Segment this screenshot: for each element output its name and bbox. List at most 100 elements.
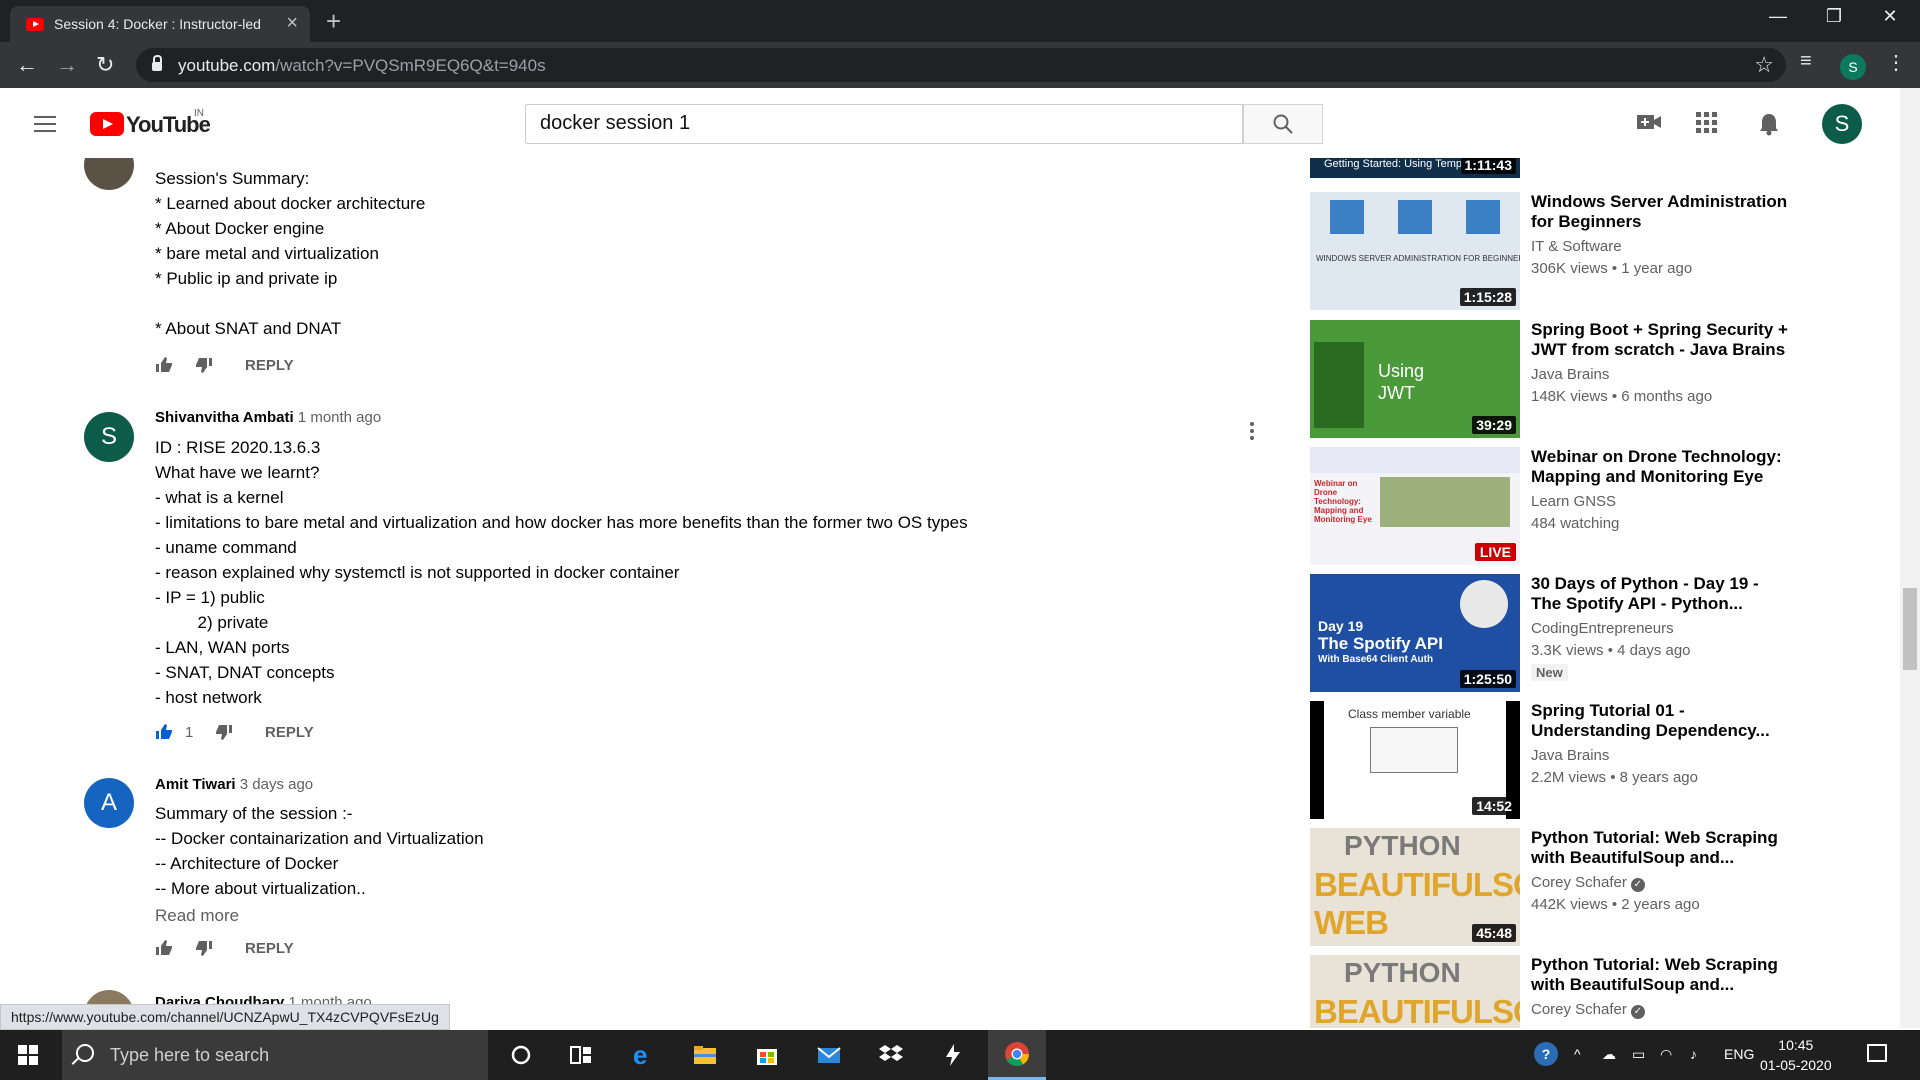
like-icon[interactable] [155,724,173,740]
video-title[interactable]: Spring Tutorial 01 - Understanding Depen… [1531,701,1791,741]
comment-author[interactable]: Amit Tiwari 3 days ago [155,776,313,793]
dislike-icon[interactable] [215,724,233,740]
video-thumbnail[interactable]: Class member variable 14:52 [1310,701,1520,819]
taskbar-search[interactable]: Type here to search [62,1030,488,1080]
scrollbar-thumb[interactable] [1903,588,1917,670]
help-icon[interactable]: ? [1534,1042,1558,1066]
windows-start-icon[interactable] [18,1045,38,1065]
related-video-item[interactable]: WINDOWS SERVER ADMINISTRATION FOR BEGINN… [1310,192,1900,310]
related-video-item[interactable]: PYTHON BEAUTIFULSOUP WEB SCRAPING 45:48 … [1310,828,1900,946]
wifi-icon[interactable]: ◠ [1660,1046,1672,1063]
forward-icon[interactable]: → [56,52,78,78]
create-video-icon[interactable] [1636,112,1662,132]
microsoft-store-icon[interactable] [754,1042,780,1068]
mail-icon[interactable] [816,1042,842,1068]
related-video-item[interactable]: Day 19 The Spotify API With Base64 Clien… [1310,574,1900,692]
page-scrollbar[interactable] [1900,88,1920,1028]
menu-icon[interactable] [34,116,56,132]
video-title[interactable]: 30 Days of Python - Day 19 - The Spotify… [1531,574,1791,614]
search-button[interactable] [1243,104,1323,144]
minimize-button[interactable]: — [1758,6,1798,27]
video-channel[interactable]: Java Brains [1531,747,1609,764]
video-thumbnail[interactable]: Webinar on Drone Technology: Mapping and… [1310,447,1520,565]
action-center-icon[interactable] [1867,1044,1887,1062]
video-title[interactable]: Python Tutorial: Web Scraping with Beaut… [1531,828,1791,868]
chrome-taskbar-button[interactable] [988,1030,1046,1080]
media-queue-icon[interactable]: ≡ [1800,50,1812,73]
video-meta: 442K views • 2 years ago [1531,896,1700,913]
status-bar-url: https://www.youtube.com/channel/UCNZApwU… [0,1004,450,1030]
video-thumbnail[interactable]: Day 19 The Spotify API With Base64 Clien… [1310,574,1520,692]
like-icon[interactable] [155,940,173,956]
dropbox-icon[interactable] [878,1042,904,1068]
new-tab-button[interactable]: + [326,6,341,37]
onedrive-icon[interactable]: ☁ [1602,1046,1616,1063]
comment-more-icon[interactable] [1250,422,1256,443]
video-title[interactable]: Spring Boot + Spring Security + JWT from… [1531,320,1791,360]
video-thumbnail[interactable]: PYTHON BEAUTIFULSOUP WEB SCRAPING 45:48 [1310,828,1520,946]
like-icon[interactable] [155,357,173,373]
search-input[interactable] [538,111,1222,136]
search-icon [1273,114,1293,134]
reload-icon[interactable]: ↻ [96,52,114,78]
reply-button[interactable]: REPLY [265,724,314,741]
chrome-menu-icon[interactable]: ⋮ [1886,50,1906,75]
notifications-bell-icon[interactable] [1758,112,1780,136]
video-channel[interactable]: Corey Schafer ✓ [1531,1001,1645,1019]
video-channel[interactable]: Corey Schafer ✓ [1531,874,1645,892]
video-duration: 39:29 [1472,416,1516,434]
edge-browser-icon[interactable]: e [630,1042,656,1068]
new-badge: New [1531,664,1568,681]
video-duration: 45:48 [1472,924,1516,942]
comment-avatar[interactable]: A [84,778,134,828]
cortana-icon[interactable] [508,1042,534,1068]
tab-close-icon[interactable]: × [286,12,298,35]
comment-text: ID : RISE 2020.13.6.3 What have we learn… [155,438,968,707]
comment-avatar[interactable]: S [84,412,134,462]
address-url[interactable]: youtube.com/watch?v=PVQSmR9EQ6Q&t=940s [178,56,546,76]
related-video-item[interactable]: Using JWT 39:29 Spring Boot + Spring Sec… [1310,320,1900,438]
file-explorer-icon[interactable] [692,1042,718,1068]
search-box[interactable] [525,104,1243,144]
task-view-icon[interactable] [568,1042,594,1068]
related-video-item[interactable]: Class member variable 14:52 Spring Tutor… [1310,701,1900,819]
video-channel[interactable]: IT & Software [1531,238,1622,255]
video-thumbnail[interactable]: Using JWT 39:29 [1310,320,1520,438]
video-channel[interactable]: Java Brains [1531,366,1609,383]
reply-button[interactable]: REPLY [245,940,294,957]
tab-active[interactable]: Session 4: Docker : Instructor-led × [10,6,310,42]
tray-chevron-icon[interactable]: ^ [1574,1046,1581,1062]
browser-profile-avatar[interactable]: S [1840,54,1866,80]
video-channel[interactable]: Learn GNSS [1531,493,1616,510]
battery-icon[interactable]: ▭ [1632,1046,1645,1063]
read-more-link[interactable]: Read more [155,906,239,926]
bookmark-star-icon[interactable]: ☆ [1754,52,1774,78]
related-video-item[interactable]: PYTHON BEAUTIFULSOUP Python Tutorial: We… [1310,955,1900,1028]
volume-icon[interactable]: ♪ [1690,1046,1697,1062]
video-channel[interactable]: CodingEntrepreneurs [1531,620,1674,637]
taskbar-clock[interactable]: 10:45 01-05-2020 [1760,1035,1832,1075]
reply-button[interactable]: REPLY [245,357,294,374]
account-avatar[interactable]: S [1822,104,1862,144]
video-title[interactable]: Python Tutorial: Web Scraping with Beaut… [1531,955,1791,995]
app-bolt-icon[interactable] [940,1042,966,1068]
address-bar[interactable]: youtube.com/watch?v=PVQSmR9EQ6Q&t=940s ☆ [136,48,1786,82]
apps-grid-icon[interactable] [1696,112,1718,134]
live-badge: LIVE [1474,543,1516,561]
dislike-icon[interactable] [195,357,213,373]
video-thumbnail[interactable]: WINDOWS SERVER ADMINISTRATION FOR BEGINN… [1310,192,1520,310]
related-video-item[interactable]: Webinar on Drone Technology: Mapping and… [1310,447,1900,565]
video-title[interactable]: Webinar on Drone Technology: Mapping and… [1531,447,1791,487]
maximize-button[interactable]: ❐ [1814,6,1854,27]
verified-icon: ✓ [1630,878,1645,892]
comment-avatar[interactable] [84,158,134,190]
close-window-button[interactable]: ✕ [1870,6,1910,27]
video-thumbnail[interactable]: PYTHON BEAUTIFULSOUP [1310,955,1520,1028]
video-title[interactable]: Windows Server Administration for Beginn… [1531,192,1791,232]
dislike-icon[interactable] [195,940,213,956]
language-indicator[interactable]: ENG [1724,1046,1754,1062]
back-icon[interactable]: ← [16,52,38,78]
comment-text: Summary of the session :- -- Docker cont… [155,804,484,898]
comment-author[interactable]: Shivanvitha Ambati 1 month ago [155,409,381,426]
video-meta: 148K views • 6 months ago [1531,388,1713,405]
